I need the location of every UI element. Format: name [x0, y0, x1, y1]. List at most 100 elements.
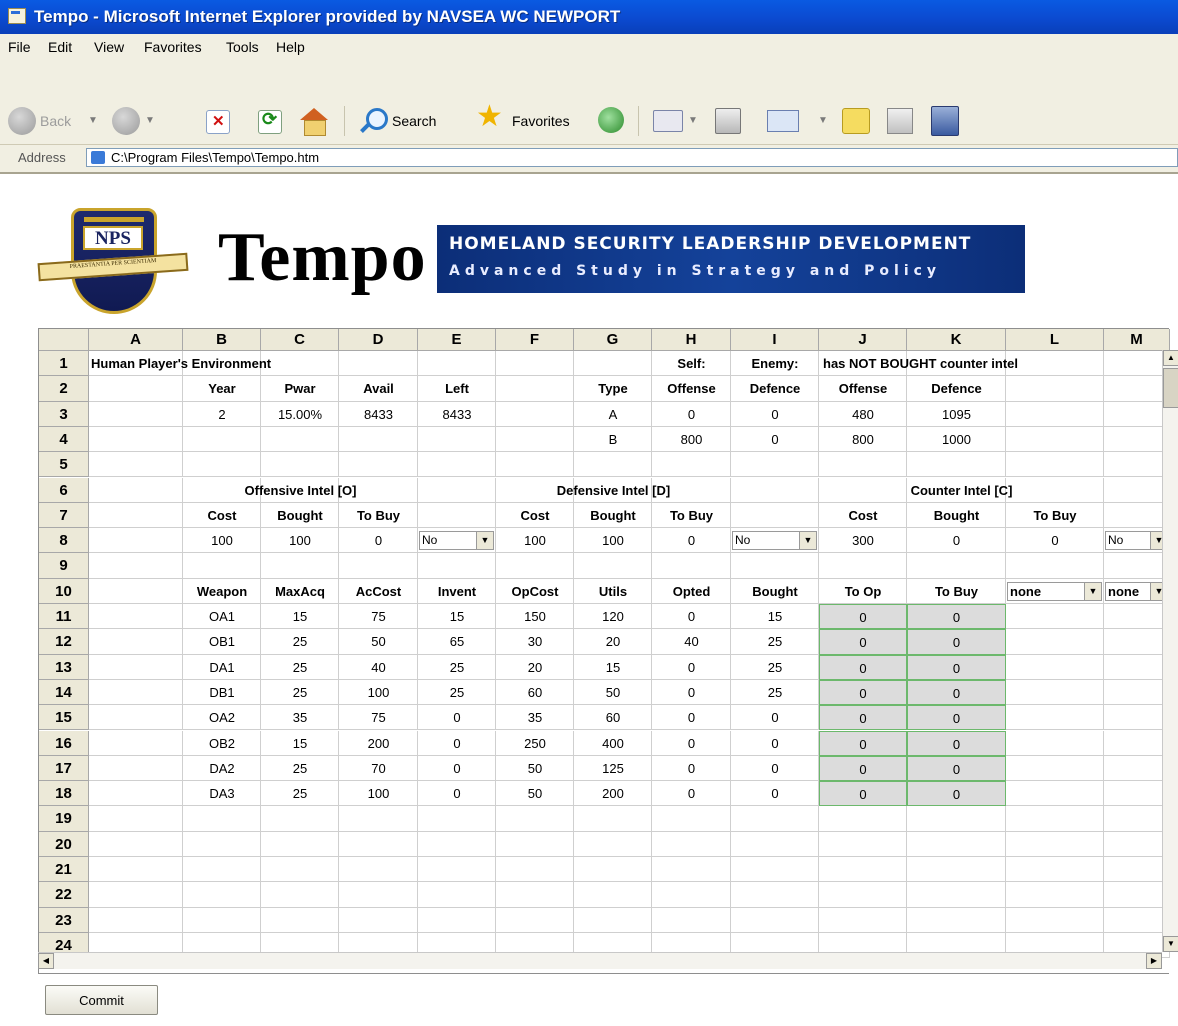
- row-header-8[interactable]: 8: [39, 528, 89, 554]
- grid-cell[interactable]: [89, 553, 183, 579]
- back-button-label[interactable]: Back: [40, 113, 71, 129]
- grid-cell[interactable]: [1006, 730, 1104, 756]
- commit-button[interactable]: Commit: [45, 985, 158, 1015]
- to-buy-input[interactable]: 0: [907, 730, 1006, 756]
- to-buy-input[interactable]: 0: [907, 705, 1006, 731]
- grid-cell[interactable]: [1104, 679, 1170, 706]
- mail-dropdown-icon[interactable]: ▼: [688, 115, 698, 126]
- grid-cell[interactable]: [819, 857, 907, 883]
- grid-cell[interactable]: [183, 806, 261, 832]
- grid-cell[interactable]: [89, 629, 183, 655]
- grid-cell[interactable]: [339, 882, 418, 908]
- dropdown-arrow-icon[interactable]: ▼: [1084, 582, 1101, 600]
- scroll-up-arrow-icon[interactable]: ▲: [1163, 350, 1178, 366]
- grid-cell[interactable]: [1104, 376, 1170, 402]
- to-op-input[interactable]: 0: [819, 705, 907, 731]
- column-header-i[interactable]: I: [731, 329, 819, 351]
- grid-cell[interactable]: [731, 553, 819, 579]
- back-dropdown-icon[interactable]: ▼: [88, 115, 98, 126]
- row-header-6[interactable]: 6: [39, 477, 89, 503]
- grid-cell[interactable]: [731, 452, 819, 478]
- grid-cell[interactable]: [89, 857, 183, 883]
- grid-cell[interactable]: [183, 831, 261, 857]
- research-icon[interactable]: [931, 106, 959, 136]
- grid-cell[interactable]: [89, 781, 183, 807]
- grid-cell[interactable]: [89, 806, 183, 832]
- search-button-label[interactable]: Search: [392, 113, 436, 129]
- offensive-intel-buy-select[interactable]: No ▼: [419, 531, 494, 551]
- grid-cell[interactable]: [89, 705, 183, 731]
- row-header-5[interactable]: 5: [39, 452, 89, 478]
- grid-cell[interactable]: [652, 882, 731, 908]
- grid-cell[interactable]: [574, 351, 652, 377]
- grid-cell[interactable]: [1006, 781, 1104, 807]
- search-icon[interactable]: [366, 108, 388, 130]
- grid-cell[interactable]: [496, 452, 574, 478]
- grid-cell[interactable]: [819, 882, 907, 908]
- grid-cell[interactable]: [496, 857, 574, 883]
- history-icon[interactable]: [598, 107, 624, 133]
- grid-cell[interactable]: [261, 907, 339, 933]
- forward-dropdown-icon[interactable]: ▼: [145, 115, 155, 126]
- grid-cell[interactable]: [89, 401, 183, 427]
- grid-cell[interactable]: [89, 452, 183, 478]
- grid-cell[interactable]: [1104, 452, 1170, 478]
- grid-cell[interactable]: [89, 502, 183, 529]
- to-buy-input[interactable]: 0: [907, 755, 1006, 782]
- grid-cell[interactable]: [339, 907, 418, 933]
- grid-cell[interactable]: [89, 376, 183, 402]
- grid-cell[interactable]: [418, 857, 496, 883]
- row-header-16[interactable]: 16: [39, 730, 89, 756]
- row-header-23[interactable]: 23: [39, 907, 89, 933]
- favorites-star-icon[interactable]: ★: [476, 102, 503, 132]
- menu-favorites[interactable]: Favorites: [144, 39, 202, 55]
- column-header-b[interactable]: B: [183, 329, 261, 351]
- column-header-c[interactable]: C: [261, 329, 339, 351]
- grid-cell[interactable]: [819, 806, 907, 832]
- grid-cell[interactable]: [339, 452, 418, 478]
- grid-cell[interactable]: [89, 528, 183, 554]
- to-buy-input[interactable]: 0: [907, 629, 1006, 655]
- scroll-right-arrow-icon[interactable]: ▶: [1146, 953, 1162, 969]
- grid-cell[interactable]: [574, 452, 652, 478]
- grid-cell[interactable]: [1006, 401, 1104, 427]
- grid-cell[interactable]: [652, 806, 731, 832]
- grid-cell[interactable]: [652, 857, 731, 883]
- column-header-d[interactable]: D: [339, 329, 418, 351]
- grid-cell[interactable]: [1006, 452, 1104, 478]
- menu-tools[interactable]: Tools: [226, 39, 259, 55]
- grid-cell[interactable]: [907, 452, 1006, 478]
- to-op-input[interactable]: 0: [819, 755, 907, 782]
- column-header-m[interactable]: M: [1104, 329, 1170, 351]
- column-header-k[interactable]: K: [907, 329, 1006, 351]
- grid-cell[interactable]: [1104, 781, 1170, 807]
- row-header-19[interactable]: 19: [39, 806, 89, 832]
- scroll-thumb[interactable]: [1163, 368, 1178, 408]
- to-buy-input[interactable]: 0: [907, 604, 1006, 630]
- to-buy-input[interactable]: 0: [907, 654, 1006, 680]
- discuss-icon[interactable]: [842, 108, 870, 134]
- grid-cell[interactable]: [1104, 882, 1170, 908]
- grid-cell[interactable]: [1006, 654, 1104, 680]
- scroll-down-arrow-icon[interactable]: ▼: [1163, 936, 1178, 952]
- grid-cell[interactable]: [1006, 426, 1104, 453]
- dropdown-arrow-icon[interactable]: ▼: [476, 532, 493, 550]
- address-url[interactable]: C:\Program Files\Tempo\Tempo.htm: [111, 150, 319, 165]
- grid-cell[interactable]: [418, 502, 496, 529]
- grid-cell[interactable]: [574, 831, 652, 857]
- row-header-22[interactable]: 22: [39, 882, 89, 908]
- grid-cell[interactable]: [89, 679, 183, 706]
- grid-cell[interactable]: [1104, 629, 1170, 655]
- grid-cell[interactable]: [1006, 907, 1104, 933]
- row-header-11[interactable]: 11: [39, 604, 89, 630]
- grid-cell[interactable]: [1104, 705, 1170, 731]
- defensive-intel-buy-select[interactable]: No ▼: [732, 531, 817, 551]
- row-header-20[interactable]: 20: [39, 831, 89, 857]
- row-header-1[interactable]: 1: [39, 351, 89, 377]
- grid-cell[interactable]: [183, 907, 261, 933]
- grid-cell[interactable]: [1006, 351, 1104, 377]
- grid-cell[interactable]: [339, 857, 418, 883]
- grid-cell[interactable]: [731, 806, 819, 832]
- grid-cell[interactable]: [183, 882, 261, 908]
- grid-cell[interactable]: [1006, 376, 1104, 402]
